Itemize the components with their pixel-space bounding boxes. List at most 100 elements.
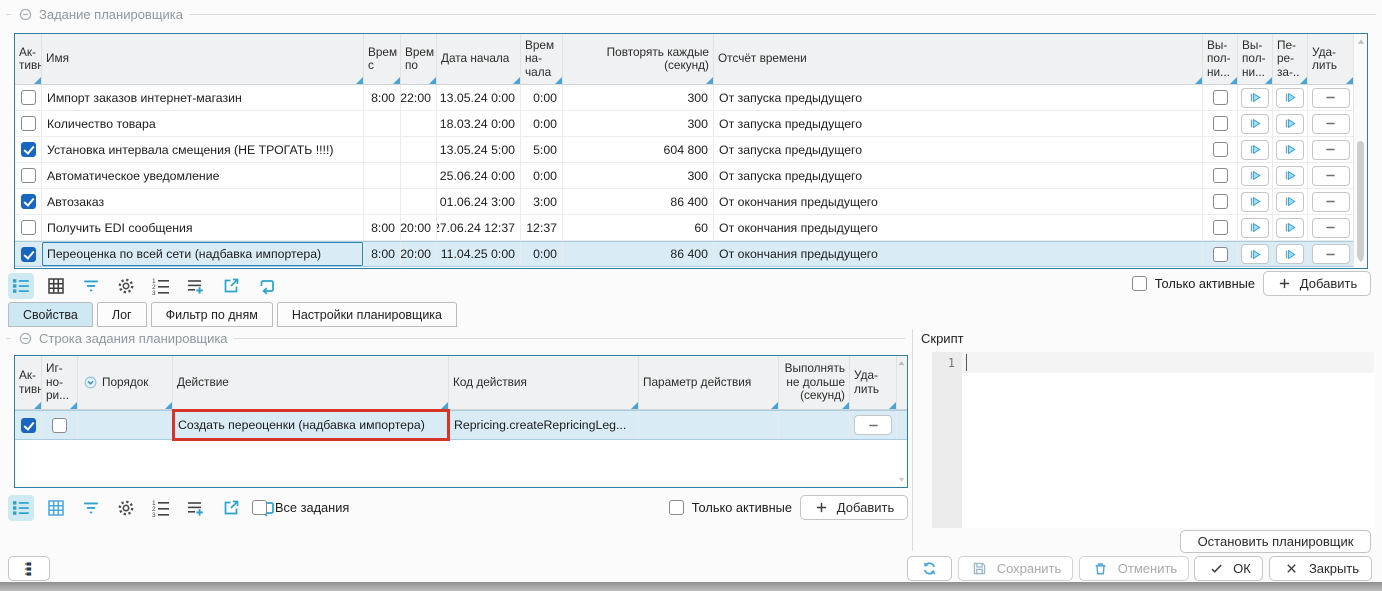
tab-настройки-планировщика[interactable]: Настройки планировщика <box>277 302 457 327</box>
active-checkbox[interactable] <box>21 418 36 433</box>
toolbar-button-numbered-list[interactable]: 123 <box>148 273 174 299</box>
scroll-down-icon[interactable] <box>1354 254 1367 266</box>
run-button[interactable] <box>1241 218 1269 238</box>
delete-task-button[interactable] <box>1312 88 1350 108</box>
collapse-icon[interactable] <box>17 330 33 346</box>
rerun-button[interactable] <box>1276 114 1304 134</box>
toolbar-button-open-external[interactable] <box>218 495 244 521</box>
column-header[interactable]: Врем на- чала <box>521 34 563 84</box>
column-header[interactable]: Действие <box>173 356 449 409</box>
column-header[interactable]: Дата начала <box>437 34 521 84</box>
scroll-up-icon[interactable] <box>1354 36 1367 48</box>
toolbar-button-filter[interactable] <box>78 495 104 521</box>
active-checkbox[interactable] <box>21 90 36 105</box>
executed-checkbox[interactable] <box>1213 90 1228 105</box>
rerun-button[interactable] <box>1276 192 1304 212</box>
run-button[interactable] <box>1241 88 1269 108</box>
cancel-button[interactable]: Отменить <box>1079 556 1189 581</box>
delete-task-button[interactable] <box>1312 140 1350 160</box>
toolbar-button-filter[interactable] <box>78 273 104 299</box>
toolbar-button-gear[interactable] <box>113 273 139 299</box>
refresh-button[interactable] <box>907 556 952 581</box>
column-header[interactable]: Отсчёт времени <box>714 34 1203 84</box>
column-header[interactable]: Вы- пол- ни... <box>1203 34 1238 84</box>
delete-task-button[interactable] <box>1312 114 1350 134</box>
executed-checkbox[interactable] <box>1213 116 1228 131</box>
task-row[interactable]: Автозаказ01.06.24 3:003:0086 400От оконч… <box>15 189 1367 215</box>
run-button[interactable] <box>1241 192 1269 212</box>
column-header[interactable]: Повторять каждые (секунд) <box>563 34 714 84</box>
delete-task-button[interactable] <box>1312 192 1350 212</box>
executed-checkbox[interactable] <box>1213 142 1228 157</box>
delete-action-row-button[interactable] <box>854 415 892 435</box>
task-row[interactable]: Импорт заказов интернет-магазин8:0022:00… <box>15 85 1367 111</box>
script-editor[interactable]: 1 <box>932 352 1374 528</box>
task-row[interactable]: Количество товара18.03.24 0:000:00300От … <box>15 111 1367 137</box>
column-header[interactable]: Код действия <box>449 356 639 409</box>
task-row[interactable]: Получить EDI сообщения8:0020:0027.06.24 … <box>15 215 1367 241</box>
task-row[interactable]: Установка интервала смещения (НЕ ТРОГАТЬ… <box>15 137 1367 163</box>
executed-checkbox[interactable] <box>1213 247 1228 262</box>
close-button[interactable]: Закрыть <box>1269 556 1372 581</box>
column-header[interactable]: Выполнять не дольше (секунд) <box>779 356 850 409</box>
column-header[interactable]: Врем с <box>364 34 401 84</box>
only-active-checkbox[interactable] <box>669 500 684 515</box>
rerun-button[interactable] <box>1276 244 1304 264</box>
active-checkbox[interactable] <box>21 142 36 157</box>
stop-scheduler-button[interactable]: Остановить планировщик <box>1180 530 1371 553</box>
tab-лог[interactable]: Лог <box>97 302 147 327</box>
all-tasks-checkbox[interactable] <box>252 500 267 515</box>
save-button[interactable]: Сохранить <box>958 556 1073 581</box>
task-row[interactable]: Переоценка по всей сети (надбавка импорт… <box>15 241 1367 267</box>
run-button[interactable] <box>1241 140 1269 160</box>
vertical-scrollbar[interactable] <box>895 356 907 487</box>
toolbar-button-numbered-list[interactable]: 123 <box>148 495 174 521</box>
scroll-up-icon[interactable] <box>895 358 907 369</box>
ok-button[interactable]: ОК <box>1194 556 1263 581</box>
rerun-button[interactable] <box>1276 166 1304 186</box>
only-active-checkbox[interactable] <box>1132 276 1147 291</box>
vertical-scrollbar[interactable] <box>1353 34 1367 268</box>
delete-task-button[interactable] <box>1312 166 1350 186</box>
ignore-checkbox[interactable] <box>52 418 67 433</box>
scroll-thumb[interactable] <box>1357 141 1364 259</box>
task-action-row[interactable]: Создать переоценки (надбавка импортера)R… <box>15 410 907 440</box>
more-options-button[interactable] <box>8 556 50 581</box>
rerun-button[interactable] <box>1276 140 1304 160</box>
toolbar-button-grid-view[interactable] <box>43 273 69 299</box>
column-header[interactable]: Уда- лить <box>1308 34 1354 84</box>
delete-task-button[interactable] <box>1312 244 1350 264</box>
active-checkbox[interactable] <box>21 220 36 235</box>
add-task-button[interactable]: Добавить <box>1263 271 1371 296</box>
executed-checkbox[interactable] <box>1213 220 1228 235</box>
active-checkbox[interactable] <box>21 194 36 209</box>
toolbar-button-repeat[interactable] <box>253 273 279 299</box>
task-row[interactable]: Автоматическое уведомление25.06.24 0:000… <box>15 163 1367 189</box>
rerun-button[interactable] <box>1276 218 1304 238</box>
column-header[interactable]: Имя <box>42 34 364 84</box>
column-header[interactable]: Порядок <box>78 356 173 409</box>
run-button[interactable] <box>1241 244 1269 264</box>
column-header[interactable]: Параметр действия <box>639 356 779 409</box>
collapse-icon[interactable] <box>17 6 33 22</box>
active-checkbox[interactable] <box>21 168 36 183</box>
rerun-button[interactable] <box>1276 88 1304 108</box>
column-header[interactable]: Иг- но- ри... <box>42 356 78 409</box>
column-header[interactable]: Вы- пол- ни... <box>1238 34 1273 84</box>
column-header[interactable]: Пе- ре- за-.. <box>1273 34 1308 84</box>
toolbar-button-gear[interactable] <box>113 495 139 521</box>
column-header[interactable]: Ак- тивн <box>15 34 42 84</box>
column-header[interactable]: Уда- лить <box>850 356 897 409</box>
run-button[interactable] <box>1241 114 1269 134</box>
scroll-down-icon[interactable] <box>895 474 907 485</box>
toolbar-button-list-view[interactable] <box>8 495 34 521</box>
toolbar-button-open-external[interactable] <box>218 273 244 299</box>
tab-свойства[interactable]: Свойства <box>8 302 93 327</box>
active-checkbox[interactable] <box>21 116 36 131</box>
executed-checkbox[interactable] <box>1213 194 1228 209</box>
tab-фильтр-по-дням[interactable]: Фильтр по дням <box>151 302 273 327</box>
column-header[interactable]: Врем по <box>401 34 437 84</box>
add-task-row-button[interactable]: Добавить <box>800 495 908 520</box>
column-header[interactable]: Ак- тивн <box>15 356 42 409</box>
toolbar-button-list-view[interactable] <box>8 273 34 299</box>
